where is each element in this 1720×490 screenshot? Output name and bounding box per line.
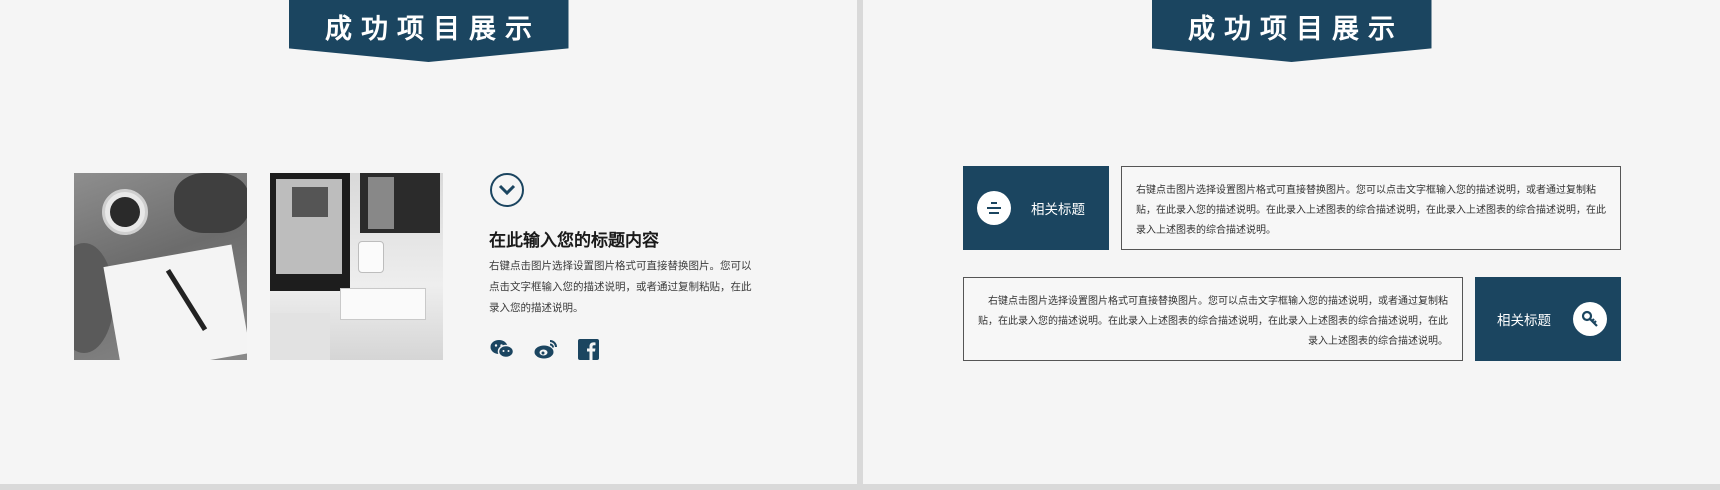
card2-description: 右键点击图片选择设置图片格式可直接替换图片。您可以点击文字框输入您的描述说明，或… — [963, 277, 1463, 361]
slide-right: 成功项目展示 相关标题 右键点击图片选择设置图片格式可直接替换图片。您可以点击文… — [863, 0, 1720, 484]
banner-title: 成功项目展示 — [325, 13, 541, 45]
weibo-icon[interactable] — [534, 338, 558, 360]
banner-title: 成功项目展示 — [1188, 13, 1404, 45]
section-heading: 在此输入您的标题内容 — [489, 231, 659, 251]
computer-desk-photo — [270, 173, 443, 360]
coffee-desk-photo — [74, 173, 247, 360]
wechat-icon[interactable] — [490, 338, 514, 360]
card1-title: 相关标题 — [1031, 202, 1085, 218]
card2-title-box: 相关标题 — [1475, 277, 1621, 361]
description-text: 右键点击图片选择设置图片格式可直接替换图片。您可以点击文字框输入您的描述说明，或… — [489, 260, 752, 314]
key-icon — [1573, 302, 1607, 336]
slide-left: 成功项目展示 在此输入您的标题内容 右键点击图片选择设置图片格式可直接替换图片。… — [0, 0, 857, 484]
chevron-down-icon — [490, 173, 524, 207]
banner: 成功项目展示 — [1151, 0, 1432, 62]
card1-description: 右键点击图片选择设置图片格式可直接替换图片。您可以点击文字框输入您的描述说明，或… — [1121, 166, 1621, 250]
banner: 成功项目展示 — [288, 0, 569, 62]
align-center-icon — [977, 191, 1011, 225]
facebook-icon[interactable] — [576, 338, 600, 360]
card2-title: 相关标题 — [1497, 313, 1551, 329]
card1-title-box: 相关标题 — [963, 166, 1109, 250]
